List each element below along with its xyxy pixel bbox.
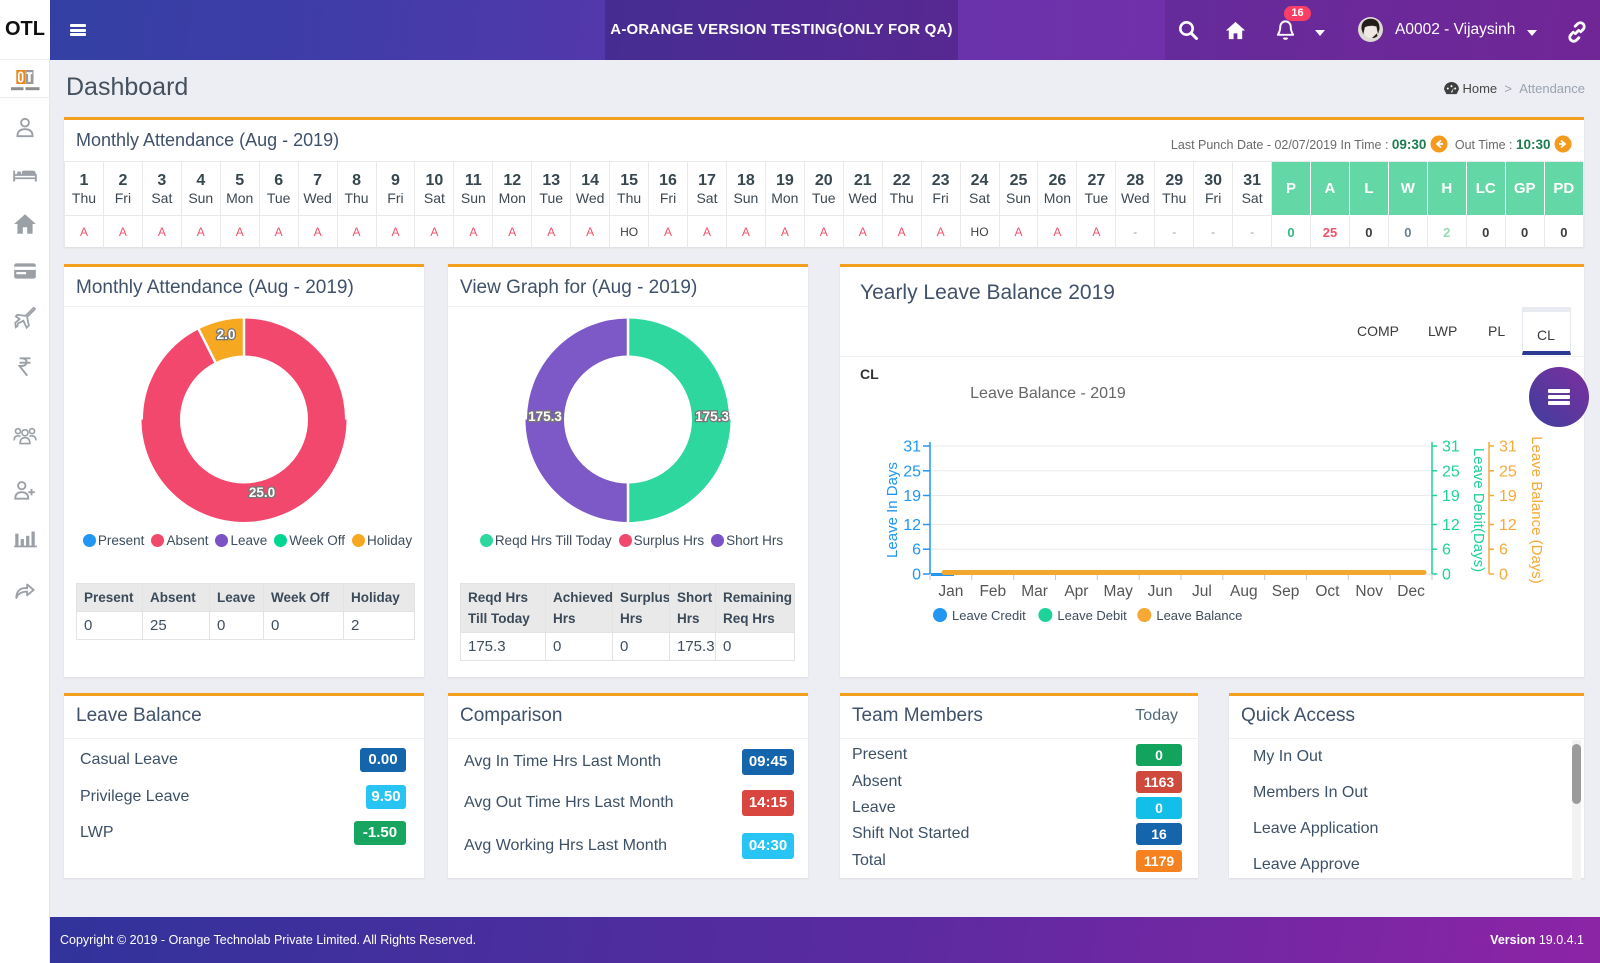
svg-text:Leave Debit(Days): Leave Debit(Days): [1470, 448, 1487, 572]
svg-text:Mar: Mar: [1021, 583, 1048, 600]
svg-text:Oct: Oct: [1315, 583, 1340, 600]
svg-text:Leave Balance: Leave Balance: [1156, 608, 1242, 623]
svg-text:19: 19: [1442, 488, 1460, 505]
svg-text:2.0: 2.0: [217, 327, 236, 342]
svg-text:6: 6: [912, 542, 921, 559]
svg-text:Leave In Days: Leave In Days: [884, 462, 901, 558]
svg-text:25: 25: [1499, 463, 1517, 480]
svg-text:0: 0: [1442, 567, 1451, 584]
svg-text:175.3: 175.3: [695, 409, 729, 424]
svg-text:Feb: Feb: [979, 583, 1006, 600]
svg-text:175.3: 175.3: [528, 409, 562, 424]
svg-text:25: 25: [903, 463, 921, 480]
svg-text:12: 12: [903, 517, 921, 534]
svg-text:6: 6: [1442, 542, 1451, 559]
svg-text:May: May: [1104, 583, 1134, 600]
svg-text:0: 0: [912, 567, 921, 584]
svg-text:Leave Balance - 2019: Leave Balance - 2019: [970, 385, 1126, 402]
svg-text:Sep: Sep: [1272, 583, 1300, 600]
svg-text:25: 25: [1442, 463, 1460, 480]
svg-text:31: 31: [1499, 439, 1517, 456]
svg-text:6: 6: [1499, 542, 1508, 559]
svg-text:31: 31: [903, 439, 921, 456]
svg-text:Dec: Dec: [1397, 583, 1425, 600]
svg-text:Jan: Jan: [938, 583, 963, 600]
svg-text:Jun: Jun: [1148, 583, 1173, 600]
svg-text:12: 12: [1499, 517, 1517, 534]
svg-text:25.0: 25.0: [249, 485, 275, 500]
svg-text:19: 19: [1499, 488, 1517, 505]
svg-text:Nov: Nov: [1355, 583, 1383, 600]
svg-text:Apr: Apr: [1064, 583, 1088, 600]
svg-text:Aug: Aug: [1230, 583, 1258, 600]
svg-text:Leave Credit: Leave Credit: [952, 608, 1026, 623]
svg-text:31: 31: [1442, 439, 1460, 456]
svg-text:0: 0: [1499, 567, 1508, 584]
svg-text:Leave Balance (Days): Leave Balance (Days): [1528, 436, 1545, 584]
svg-text:12: 12: [1442, 517, 1460, 534]
svg-text:19: 19: [903, 488, 921, 505]
svg-text:Leave Debit: Leave Debit: [1057, 608, 1127, 623]
svg-text:Jul: Jul: [1192, 583, 1212, 600]
